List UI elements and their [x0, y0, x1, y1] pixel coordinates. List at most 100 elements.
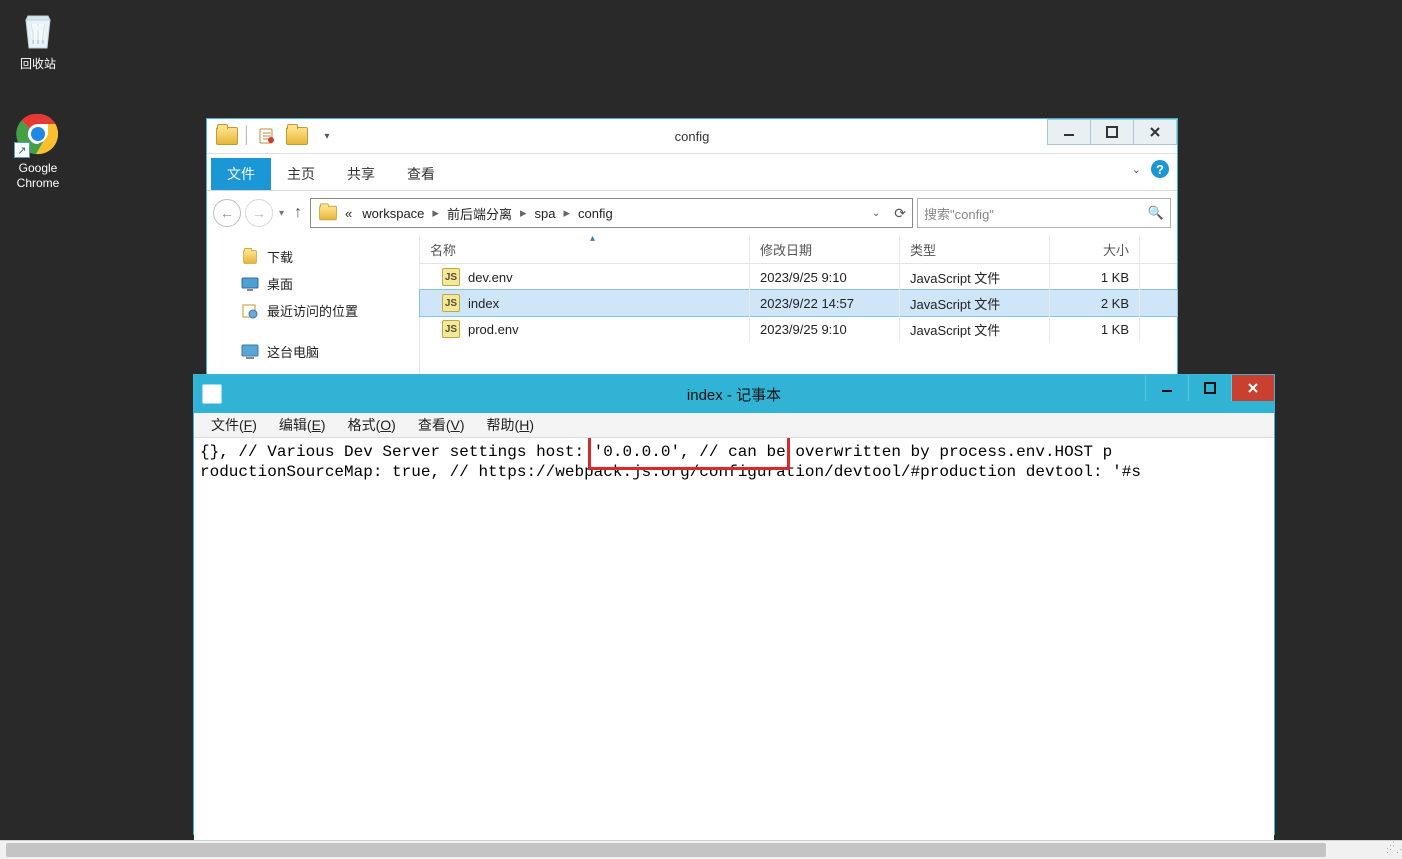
recycle-bin-icon [14, 6, 62, 54]
file-row[interactable]: JS dev.env 2023/9/25 9:10JavaScript 文件1 KB [420, 264, 1177, 290]
refresh-icon[interactable]: ⟳ [894, 205, 906, 222]
back-button[interactable]: ← [213, 199, 241, 227]
chrome-shortcut[interactable]: ↗ Google Chrome [0, 110, 76, 191]
minimize-button[interactable] [1047, 119, 1091, 145]
file-type: JavaScript 文件 [900, 290, 1050, 316]
file-date: 2023/9/25 9:10 [750, 264, 900, 290]
menu-edit[interactable]: 编辑(E) [270, 413, 335, 437]
file-date: 2023/9/25 9:10 [750, 316, 900, 342]
nav-label: 这台电脑 [267, 342, 319, 361]
qat-properties-button[interactable] [253, 122, 281, 150]
tab-share[interactable]: 共享 [331, 158, 391, 190]
crumb-frontbackend[interactable]: 前后端分离 [443, 204, 516, 223]
maximize-button[interactable] [1188, 375, 1231, 401]
ribbon-collapse-icon[interactable]: ⌄ [1132, 163, 1141, 176]
history-dropdown[interactable]: ▾ [277, 208, 286, 219]
file-size: 1 KB [1050, 316, 1140, 342]
notepad-titlebar[interactable]: index - 记事本 [194, 375, 1274, 413]
notepad-textarea[interactable]: {}, // Various Dev Server settings host:… [194, 438, 1274, 843]
tab-view[interactable]: 查看 [391, 158, 451, 190]
crumb-spa[interactable]: spa [530, 206, 559, 221]
address-toolbar: ← → ▾ ↑ « workspace ▸ 前后端分离 ▸ spa ▸ conf… [207, 191, 1177, 235]
minimize-button[interactable] [1145, 375, 1188, 401]
quick-access-toolbar: │ ▾ [207, 119, 341, 153]
nav-recent[interactable]: 最近访问的位置 [213, 297, 413, 324]
crumb-workspace[interactable]: workspace [358, 206, 428, 221]
recycle-bin-label: 回收站 [0, 57, 76, 72]
crumb-sep-icon: ▸ [518, 205, 529, 221]
notepad-title: index - 记事本 [194, 384, 1274, 405]
notepad-window-buttons [1145, 375, 1274, 401]
col-size[interactable]: 大小 [1050, 235, 1140, 263]
desktop-icon [241, 276, 259, 292]
crumb-sep-icon: ▸ [430, 205, 441, 221]
address-dropdown-icon[interactable]: ⌄ [872, 208, 880, 219]
file-date: 2023/9/22 14:57 [750, 290, 900, 316]
resize-grip-icon: ⋰⋰⋰ [1386, 843, 1400, 857]
forward-button[interactable]: → [245, 199, 273, 227]
scrollbar-thumb[interactable] [6, 843, 1326, 857]
search-placeholder: 搜索"config" [924, 204, 994, 223]
tab-home[interactable]: 主页 [271, 158, 331, 190]
recent-icon [241, 303, 259, 319]
help-icon[interactable]: ? [1151, 160, 1169, 178]
nav-downloads[interactable]: 下载 [213, 243, 413, 270]
close-button[interactable] [1133, 119, 1177, 145]
explorer-window-buttons [1048, 119, 1177, 145]
nav-label: 桌面 [267, 274, 293, 293]
qat-newfolder-button[interactable] [283, 122, 311, 150]
navigation-pane: 下载 桌面 最近访问的位置 这台电脑 [207, 235, 420, 379]
menu-help[interactable]: 帮助(H) [478, 413, 543, 437]
file-type: JavaScript 文件 [900, 264, 1050, 290]
nav-desktop[interactable]: 桌面 [213, 270, 413, 297]
file-row[interactable]: JSprod.env2023/9/25 9:10JavaScript 文件1 K… [420, 316, 1177, 342]
crumb-config[interactable]: config [574, 206, 617, 221]
tab-file[interactable]: 文件 [211, 158, 271, 190]
crumb-prefix: « [341, 206, 356, 221]
chrome-icon: ↗ [14, 110, 62, 158]
nav-label: 最近访问的位置 [267, 301, 358, 320]
nav-computer[interactable]: 这台电脑 [213, 338, 413, 365]
ribbon-tabs: 文件 主页 共享 查看 ⌄ ? [207, 154, 1177, 191]
notepad-window: index - 记事本 文件(F) 编辑(E) 格式(O) 查看(V) 帮助(H… [193, 374, 1275, 835]
nav-label: 下载 [267, 247, 293, 266]
notepad-menubar: 文件(F) 编辑(E) 格式(O) 查看(V) 帮助(H) [194, 413, 1274, 438]
sort-indicator-icon: ▴ [590, 233, 595, 244]
recycle-bin[interactable]: 回收站 [0, 6, 76, 72]
close-button[interactable] [1231, 375, 1274, 401]
col-type[interactable]: 类型 [900, 235, 1050, 263]
col-name[interactable]: 名称 [420, 235, 750, 263]
js-file-icon: JS [442, 268, 460, 286]
explorer-window: │ ▾ config 文件 主页 共享 查看 ⌄ ? ← → ▾ ↑ « [206, 118, 1178, 378]
col-date[interactable]: 修改日期 [750, 235, 900, 263]
file-list: ▴ 名称 修改日期 类型 大小 JSdev.env2023/9/25 9:10J… [420, 235, 1177, 379]
file-size: 1 KB [1050, 264, 1140, 290]
menu-file[interactable]: 文件(F) [202, 413, 266, 437]
explorer-titlebar[interactable]: │ ▾ config [207, 119, 1177, 154]
notepad-icon [202, 384, 222, 404]
qat-dropdown-button[interactable]: ▾ [313, 122, 341, 150]
qat-separator: │ [243, 122, 251, 150]
maximize-button[interactable] [1090, 119, 1134, 145]
search-input[interactable]: 搜索"config" 🔍 [917, 198, 1171, 228]
file-name: prod.env [468, 322, 519, 337]
file-name: dev.env [468, 270, 513, 285]
address-bar[interactable]: « workspace ▸ 前后端分离 ▸ spa ▸ config ⌄ ⟳ [310, 198, 913, 228]
folder-icon [319, 206, 337, 220]
file-type: JavaScript 文件 [900, 316, 1050, 342]
search-icon: 🔍 [1148, 205, 1164, 221]
file-name: index [468, 296, 499, 311]
explorer-title: config [207, 129, 1177, 144]
chrome-label: Google Chrome [0, 161, 76, 191]
computer-icon [241, 344, 259, 360]
page-horizontal-scrollbar[interactable] [0, 840, 1402, 859]
highlight-box [588, 438, 790, 470]
menu-view[interactable]: 查看(V) [409, 413, 474, 437]
menu-format[interactable]: 格式(O) [339, 413, 405, 437]
qat-folder-icon [213, 122, 241, 150]
column-headers: ▴ 名称 修改日期 类型 大小 [420, 235, 1177, 264]
file-size: 2 KB [1050, 290, 1140, 316]
file-row[interactable]: JSindex2023/9/22 14:57JavaScript 文件2 KB [419, 289, 1178, 317]
up-button[interactable]: ↑ [290, 204, 306, 222]
downloads-icon [241, 249, 259, 265]
